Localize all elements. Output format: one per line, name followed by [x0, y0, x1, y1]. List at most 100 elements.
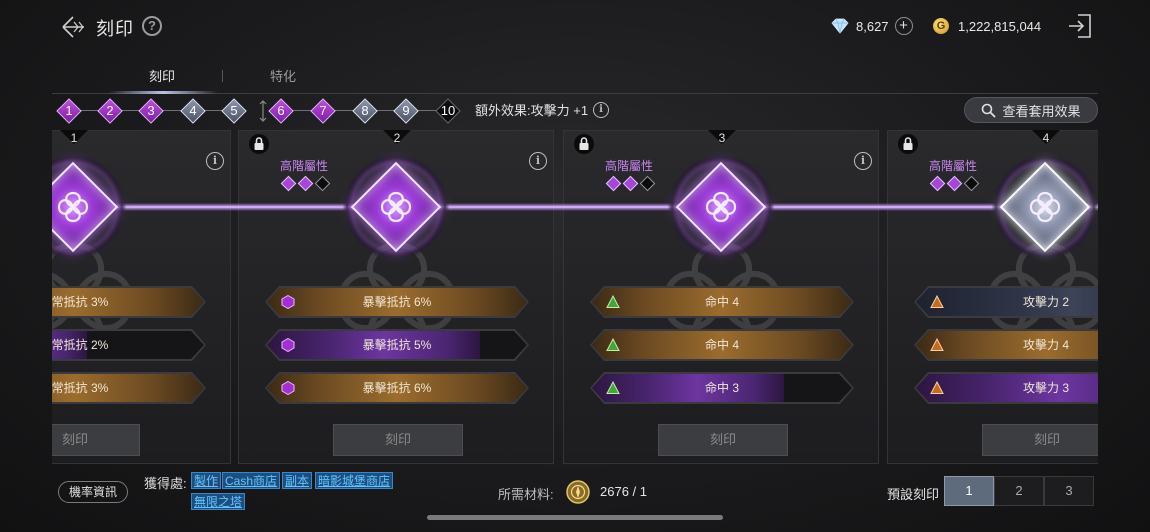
slot-info-icon[interactable]: i — [854, 152, 872, 170]
slot-number: 1 — [70, 131, 78, 145]
tab-specialization[interactable]: 特化 — [270, 66, 296, 85]
extra-effect: 額外效果:攻擊力 +1 i — [475, 100, 610, 119]
page-title: 刻印 — [96, 19, 134, 39]
gold-currency: G 1,222,815,044 — [933, 16, 1041, 36]
active-tab-indicator — [108, 91, 218, 94]
source-link-infinite-tower[interactable]: 無限之塔 — [191, 493, 246, 510]
grade-gem — [929, 175, 946, 192]
engrave-button[interactable]: 刻印 — [658, 424, 788, 456]
engraving-stat-bar: 異常抵抗 3% — [52, 286, 206, 318]
probability-info-button[interactable]: 機率資訊 — [58, 481, 128, 503]
add-diamonds-button[interactable]: + — [894, 17, 913, 35]
lock-icon[interactable] — [574, 134, 594, 154]
gold-coin-icon: G — [933, 18, 949, 34]
view-applied-effects-button[interactable]: 查看套用效果 — [964, 97, 1098, 123]
stat-label: 攻擊力 3 — [1022, 381, 1069, 395]
stat-label: 暴擊抵抗 6% — [362, 381, 432, 395]
slot-info-icon[interactable]: i — [206, 152, 224, 170]
grade-gem — [963, 175, 980, 192]
level-diamond-7: 7 — [310, 98, 336, 124]
engraving-stat-bar: 暴擊抵抗 6% — [265, 372, 529, 404]
diamond-currency: 8,627 + — [830, 16, 913, 36]
material-label: 所需材料: — [498, 487, 554, 502]
tab-bar: 刻印 特化 — [52, 60, 1098, 94]
slot-number: 2 — [393, 131, 401, 145]
lock-icon[interactable] — [898, 134, 918, 154]
home-indicator — [427, 515, 723, 520]
search-icon — [982, 103, 997, 118]
stat-label: 攻擊力 4 — [1022, 338, 1069, 352]
engraving-stat-bar: 異常抵抗 3% — [52, 372, 206, 404]
level-diamond-1: 1 — [56, 98, 82, 124]
stat-label: 暴擊抵抗 5% — [362, 338, 432, 352]
grade-label: 高階屬性 — [280, 159, 329, 173]
preset-3-button[interactable]: 3 — [1044, 476, 1094, 506]
stat-label: 暴擊抵抗 6% — [362, 295, 432, 309]
celtic-knot-icon — [701, 187, 741, 227]
slot-number: 3 — [718, 131, 726, 145]
level-number: 4 — [189, 103, 197, 118]
level-number: 9 — [402, 103, 410, 118]
extra-effect-text: 額外效果:攻擊力 +1 — [475, 103, 589, 118]
slot-number: 4 — [1042, 131, 1050, 145]
grade-gem — [605, 175, 622, 192]
grade-gem — [622, 175, 639, 192]
engraving-orb — [991, 153, 1098, 261]
engraving-stat-bar: 暴擊抵抗 6% — [265, 286, 529, 318]
grade-gems — [280, 175, 341, 192]
engraving-material-icon — [566, 480, 590, 504]
slot-info-icon[interactable]: i — [529, 152, 547, 170]
source-link-cash-shop[interactable]: Cash商店 — [222, 472, 281, 489]
info-icon[interactable]: i — [593, 101, 610, 118]
engrave-button[interactable]: 刻印 — [982, 424, 1098, 456]
level-diamond-2: 2 — [97, 98, 123, 124]
level-diamond-6: 6 — [268, 98, 294, 124]
grade-gem — [946, 175, 963, 192]
lock-icon[interactable] — [249, 134, 269, 154]
level-diamond-3: 3 — [138, 98, 164, 124]
engraving-stat-bar: 命中 3 — [590, 372, 854, 404]
obtain-label: 獲得處: — [144, 476, 187, 491]
grade-label: 高階屬性 — [605, 159, 654, 173]
stat-label: 異常抵抗 3% — [52, 381, 109, 395]
preset-2-button[interactable]: 2 — [994, 476, 1044, 506]
stat-label: 攻擊力 2 — [1022, 295, 1069, 309]
back-arrow-icon[interactable] — [60, 14, 86, 40]
stat-label: 命中 4 — [704, 338, 739, 352]
preset-1-button[interactable]: 1 — [944, 476, 994, 506]
grade-gem — [639, 175, 656, 192]
grade-gem — [314, 175, 331, 192]
stat-label: 命中 4 — [704, 295, 739, 309]
diamond-amount: 8,627 — [856, 18, 889, 34]
engraving-slots: 4 i 高階屬性攻擊力 2 攻擊力 4 攻擊力 3 刻印 3 i 高階屬性命中 4 命中 4 命中 … — [52, 130, 1098, 464]
gold-amount: 1,222,815,044 — [958, 18, 1042, 34]
engrave-button[interactable]: 刻印 — [333, 424, 463, 456]
tab-engraving[interactable]: 刻印 — [149, 66, 175, 85]
celtic-knot-icon — [53, 187, 93, 227]
source-link-craft[interactable]: 製作 — [191, 472, 222, 489]
level-number: 3 — [147, 103, 155, 118]
stat-label: 異常抵抗 2% — [52, 338, 109, 352]
level-diamond-8: 8 — [352, 98, 378, 124]
source-link-dungeon[interactable]: 副本 — [282, 472, 313, 489]
footer: 機率資訊 獲得處: 製作 Cash商店 副本 暗影城堡商店 無限之塔 所需材料:… — [0, 464, 1150, 532]
exit-icon[interactable] — [1066, 12, 1094, 40]
engraving-orb — [52, 153, 127, 261]
engraving-stat-bar: 攻擊力 2 — [914, 286, 1098, 318]
tab-divider — [222, 70, 223, 82]
level-diamond-5: 5 — [221, 98, 247, 124]
engraving-stat-bar: 異常抵抗 2% — [52, 329, 206, 361]
source-link-shadow-castle-shop[interactable]: 暗影城堡商店 — [315, 472, 394, 489]
grade-gems — [605, 175, 666, 192]
engraving-orb — [667, 153, 775, 261]
grade-gems — [929, 175, 990, 192]
grade-gem — [297, 175, 314, 192]
celtic-knot-icon — [1025, 187, 1065, 227]
help-icon[interactable]: ? — [142, 16, 162, 36]
engrave-button[interactable]: 刻印 — [52, 424, 140, 456]
level-number: 6 — [277, 103, 285, 118]
level-number: 8 — [361, 103, 369, 118]
material-amount: 2676 / 1 — [600, 484, 647, 499]
engraving-stat-bar: 命中 4 — [590, 286, 854, 318]
top-bar: 刻印 ? 8,627 + G 1,222,815,044 — [0, 0, 1150, 52]
